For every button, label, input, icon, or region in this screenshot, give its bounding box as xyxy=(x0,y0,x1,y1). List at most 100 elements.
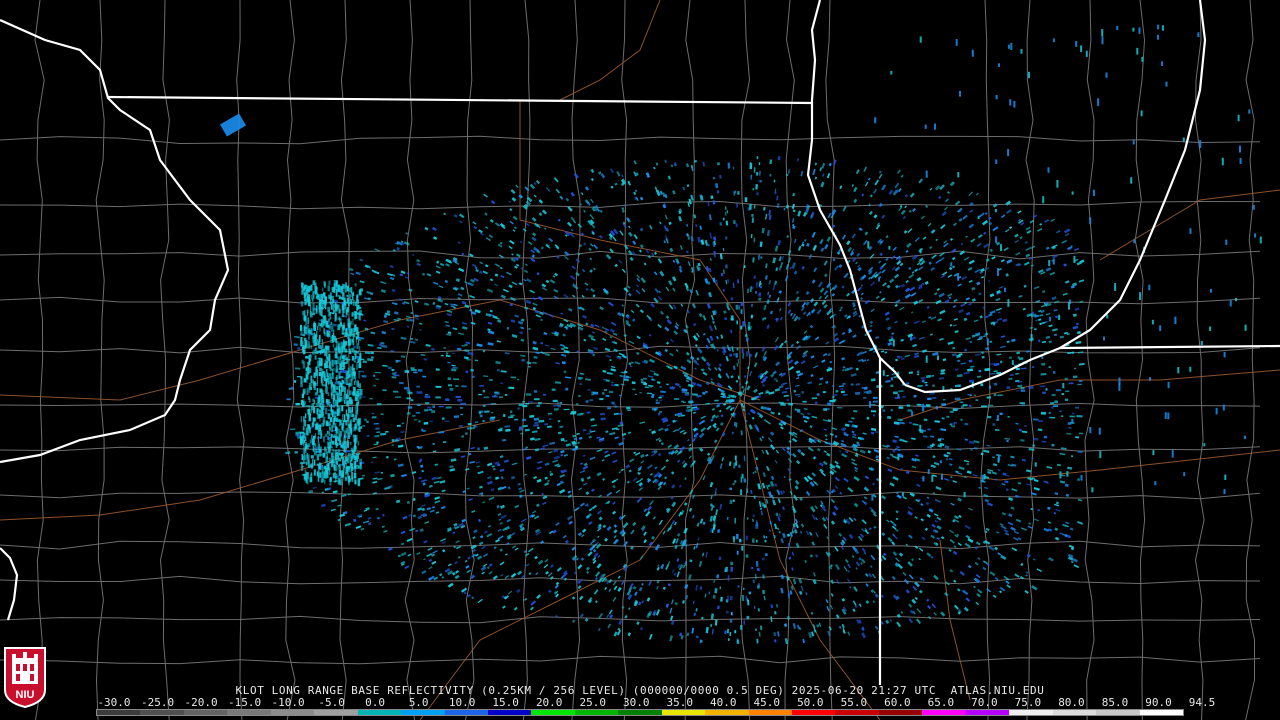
echo-pixel xyxy=(321,342,324,348)
echo-pixel xyxy=(774,639,777,643)
echo-pixel xyxy=(335,360,338,365)
echo-pixel xyxy=(992,423,996,426)
echo-pixel xyxy=(329,457,332,461)
echo-pixel xyxy=(391,376,397,379)
echo-pixel xyxy=(316,454,320,461)
echo-pixel xyxy=(1075,406,1079,409)
echo-pixel xyxy=(415,411,421,414)
echo-pixel xyxy=(318,371,321,377)
echo-pixel xyxy=(870,410,877,413)
echo-pixel xyxy=(305,375,309,379)
echo-pixel xyxy=(1080,475,1083,481)
echo-pixel xyxy=(314,355,317,360)
echo-pixel xyxy=(525,403,530,405)
echo-pixel xyxy=(890,384,894,388)
echo-pixel xyxy=(305,321,307,325)
echo-pixel xyxy=(356,453,359,459)
echo-pixel xyxy=(1064,377,1068,381)
echo-pixel xyxy=(316,339,319,345)
echo-pixel xyxy=(788,402,794,406)
echo-pixel xyxy=(736,203,738,208)
echo-pixel xyxy=(306,309,309,313)
echo-pixel xyxy=(553,408,559,411)
echo-pixel xyxy=(322,293,326,299)
echo-pixel xyxy=(1221,157,1224,166)
echo-pixel xyxy=(1243,435,1246,440)
echo-pixel xyxy=(748,592,751,595)
echo-pixel xyxy=(331,372,334,379)
echo-pixel xyxy=(302,447,305,455)
echo-pixel xyxy=(757,608,760,612)
echo-pixel xyxy=(653,408,657,412)
echo-pixel xyxy=(352,417,356,423)
echo-pixel xyxy=(351,455,354,460)
echo-pixel xyxy=(605,394,610,398)
echo-pixel xyxy=(301,393,305,399)
echo-pixel xyxy=(310,405,313,413)
echo-pixel xyxy=(983,474,986,480)
echo-pixel xyxy=(963,492,966,498)
echo-pixel xyxy=(1007,44,1010,49)
echo-pixel xyxy=(406,412,411,415)
echo-pixel xyxy=(438,405,444,408)
echo-pixel xyxy=(340,397,343,402)
echo-pixel xyxy=(348,342,351,347)
echo-pixel xyxy=(922,403,925,412)
echo-pixel xyxy=(1071,418,1074,423)
echo-pixel xyxy=(330,403,333,412)
echo-pixel xyxy=(752,579,755,584)
echo-pixel xyxy=(354,446,357,450)
echo-pixel xyxy=(453,415,460,418)
echo-pixel xyxy=(932,384,935,387)
echo-pixel xyxy=(337,466,339,471)
echo-pixel xyxy=(1237,114,1240,122)
echo-pixel xyxy=(547,412,553,415)
echo-pixel xyxy=(317,325,319,331)
echo-pixel xyxy=(339,316,341,322)
echo-pixel xyxy=(350,299,353,305)
echo-pixel xyxy=(331,436,333,444)
echo-pixel xyxy=(347,472,349,478)
echo-pixel xyxy=(429,420,434,423)
echo-pixel xyxy=(737,585,740,588)
echo-pixel xyxy=(349,390,352,396)
echo-pixel xyxy=(301,463,303,471)
echo-pixel xyxy=(925,384,928,387)
echo-pixel xyxy=(734,630,737,634)
echo-pixel xyxy=(319,472,322,478)
echo-pixel xyxy=(740,489,743,496)
echo-pixel xyxy=(318,424,322,432)
echo-pixel xyxy=(1015,422,1019,425)
echo-pixel xyxy=(477,447,481,451)
echo-pixel xyxy=(943,399,946,401)
echo-pixel xyxy=(354,434,358,439)
echo-pixel xyxy=(328,353,331,362)
echo-pixel xyxy=(302,400,305,405)
echo-pixel xyxy=(319,446,322,453)
echo-pixel xyxy=(311,438,315,446)
echo-pixel xyxy=(455,385,459,387)
echo-pixel xyxy=(347,299,350,306)
echo-pixel xyxy=(1229,300,1232,307)
echo-pixel xyxy=(701,616,704,620)
echo-pixel xyxy=(420,464,424,468)
echo-pixel xyxy=(339,458,341,462)
echo-pixel xyxy=(751,217,755,224)
echo-pixel xyxy=(964,422,969,426)
echo-pixel xyxy=(376,431,381,434)
echo-pixel xyxy=(1174,316,1177,324)
echo-pixel xyxy=(882,409,886,412)
echo-pixel xyxy=(333,309,335,314)
echo-pixel xyxy=(835,390,839,393)
echo-pixel xyxy=(1116,25,1119,31)
echo-pixel xyxy=(317,408,320,412)
echo-pixel xyxy=(355,410,358,416)
echo-pixel xyxy=(742,352,745,359)
echo-pixel xyxy=(332,411,334,418)
echo-pixel xyxy=(1157,34,1159,40)
echo-pixel xyxy=(733,220,736,224)
echo-pixel xyxy=(737,358,739,364)
echo-pixel xyxy=(319,323,322,327)
echo-pixel xyxy=(340,341,342,349)
echo-pixel xyxy=(602,392,605,395)
